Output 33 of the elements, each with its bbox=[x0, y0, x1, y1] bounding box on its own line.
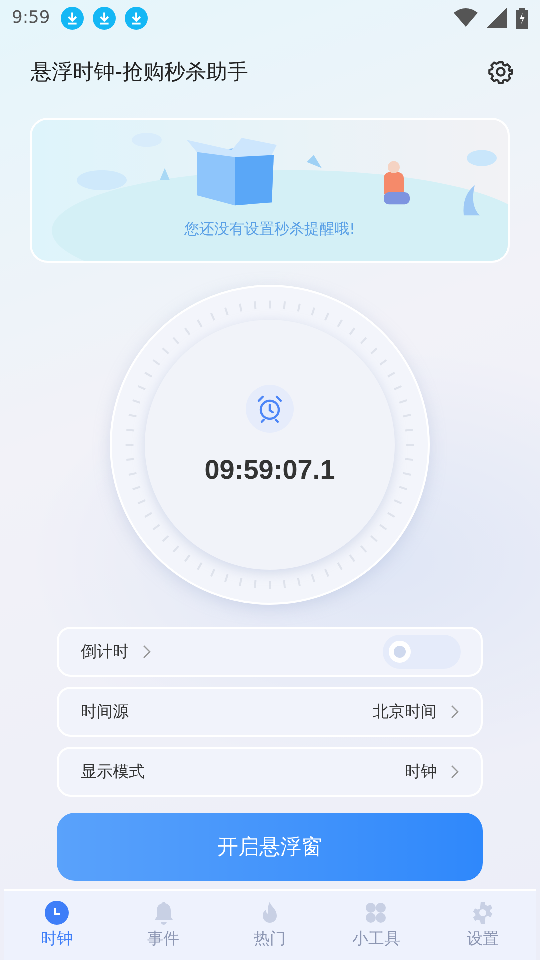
alarm-clock-icon bbox=[246, 384, 294, 432]
nav-tab[interactable]: 时钟 bbox=[4, 891, 110, 960]
grid-icon bbox=[364, 901, 388, 925]
countdown-toggle[interactable] bbox=[383, 635, 461, 669]
setting-row[interactable]: 显示模式 时钟 bbox=[57, 747, 483, 797]
download-icon bbox=[61, 6, 84, 30]
setting-label: 显示模式 bbox=[81, 762, 145, 782]
settings-icon[interactable] bbox=[488, 59, 514, 85]
setting-label: 倒计时 bbox=[81, 642, 129, 662]
nav-tab[interactable]: 事件 bbox=[110, 891, 217, 960]
empty-message: 您还没有设置秒杀提醒哦! bbox=[184, 220, 356, 239]
nav-tab[interactable]: 热门 bbox=[216, 891, 324, 960]
signal-icon bbox=[487, 8, 507, 28]
setting-label: 时间源 bbox=[81, 702, 129, 722]
status-time: 9:59 bbox=[12, 8, 50, 28]
chevron-right-icon bbox=[451, 765, 459, 779]
setting-row[interactable]: 倒计时 bbox=[57, 627, 483, 677]
clock-time: 09:59:07.1 bbox=[204, 454, 336, 486]
setting-value: 北京时间 bbox=[373, 702, 437, 722]
chevron-right-icon bbox=[451, 705, 459, 719]
gear-icon bbox=[470, 901, 495, 925]
chevron-right-icon bbox=[143, 645, 151, 659]
download-icon bbox=[93, 6, 116, 30]
nav-tab[interactable]: 设置 bbox=[430, 891, 536, 960]
setting-row[interactable]: 时间源 北京时间 bbox=[57, 687, 483, 737]
setting-value: 时钟 bbox=[405, 762, 437, 782]
battery-icon bbox=[516, 7, 528, 29]
open-floating-window-button[interactable]: 开启悬浮窗 bbox=[57, 813, 483, 881]
clock-icon bbox=[45, 901, 70, 925]
app-title: 悬浮时钟-抢购秒杀助手 bbox=[31, 59, 250, 86]
wifi-icon bbox=[454, 8, 478, 28]
download-icon bbox=[125, 6, 148, 30]
nav-tab[interactable]: 小工具 bbox=[323, 891, 430, 960]
